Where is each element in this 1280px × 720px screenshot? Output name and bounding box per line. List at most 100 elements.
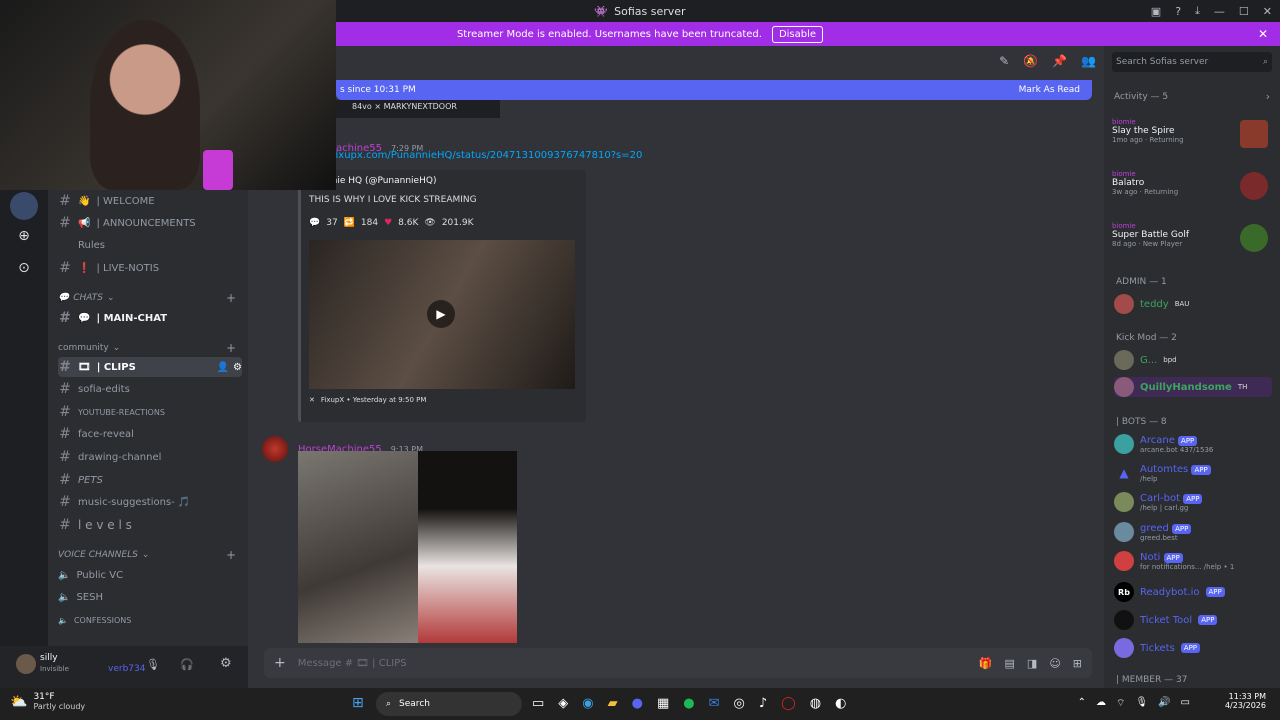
notification-icon[interactable]: 🔕 <box>1023 54 1038 68</box>
add-channel-icon[interactable]: + <box>226 341 236 355</box>
activity-header[interactable]: Activity — 5 <box>1114 92 1168 102</box>
close-button[interactable]: ✕ <box>1263 5 1272 18</box>
bot-tickets[interactable]: Tickets APP <box>1114 638 1201 658</box>
category-voice[interactable]: VOICE CHANNELS ⌄ <box>58 550 149 560</box>
chevron-right-icon[interactable]: › <box>1266 90 1270 103</box>
taskbar-search[interactable]: ⌕ Search <box>376 692 522 716</box>
settings-gear-icon[interactable]: ⚙ <box>220 656 232 671</box>
add-server-icon[interactable]: ⊕ <box>10 222 38 250</box>
bot-carl[interactable]: Carl-bot APP/help | carl.gg <box>1114 492 1203 512</box>
channel-announcements[interactable]: # 📢 | ANNOUNCEMENTS <box>58 213 242 233</box>
explorer-icon[interactable]: ▰ <box>608 696 618 711</box>
voice-public-vc[interactable]: 🔈 Public VC <box>58 565 242 585</box>
disable-button[interactable]: Disable <box>771 25 824 43</box>
activity-card[interactable]: biomie Balatro 3w ago · Returning <box>1112 170 1276 214</box>
voice-confessions[interactable]: 🔈 CONFESSIONS <box>58 610 242 630</box>
new-messages-bar[interactable]: s since 10:31 PM Mark As Read <box>336 80 1092 100</box>
add-channel-icon[interactable]: + <box>226 548 236 562</box>
banner-close-icon[interactable]: ✕ <box>1258 27 1268 41</box>
store-icon[interactable]: ▦ <box>657 696 669 711</box>
gift-icon[interactable]: 🎁 <box>979 657 993 670</box>
pin-icon[interactable]: 📌 <box>1052 54 1067 68</box>
mic-icon[interactable]: 🎙 <box>146 658 160 671</box>
embed-video-thumbnail[interactable]: ▶ <box>309 240 575 389</box>
channel-clips[interactable]: # 🎞 | CLIPS 👤 ⚙ <box>58 357 242 377</box>
emoji-icon[interactable]: ☺ <box>1049 657 1060 670</box>
message-composer[interactable]: + Message # 🎞 | CLIPS 🎁 ▤ ◨ ☺ ⊞ <box>264 648 1092 678</box>
gear-icon[interactable]: ⚙ <box>233 362 242 373</box>
channel-pets[interactable]: # PETS <box>58 470 242 490</box>
volume-icon[interactable]: 🔊 <box>1158 697 1170 710</box>
mail-icon[interactable]: ✉ <box>709 696 720 711</box>
add-member-icon[interactable]: 👤 <box>217 362 229 373</box>
obs-icon[interactable]: ◎ <box>734 696 745 711</box>
attachment-image-right[interactable] <box>418 451 517 643</box>
sticker-icon[interactable]: ◨ <box>1027 657 1037 670</box>
inbox-icon[interactable]: ▣ <box>1151 5 1161 18</box>
discord-app-icon[interactable]: ● <box>632 696 643 711</box>
category-chats[interactable]: 💬 CHATS ⌄ <box>58 293 115 303</box>
category-community[interactable]: community ⌄ <box>58 343 120 353</box>
edge-icon[interactable]: ◉ <box>582 696 593 711</box>
threads-icon[interactable]: ✎ <box>999 54 1009 68</box>
bot-noti[interactable]: Noti APP for notifications... /help • 1 <box>1114 551 1234 571</box>
channel-youtube-reactions[interactable]: # YOUTUBE-REACTIONS <box>58 402 242 422</box>
bot-ticket-tool[interactable]: Ticket Tool APP <box>1114 610 1218 630</box>
server-avatar[interactable] <box>10 192 38 220</box>
add-attachment-icon[interactable]: + <box>274 655 286 671</box>
browser-icon[interactable]: ◍ <box>810 696 821 711</box>
bot-readybot[interactable]: Rb Readybot.io APP <box>1114 582 1225 602</box>
message-link[interactable]: fixupx.com/PunannieHQ/status/20471310093… <box>332 150 642 161</box>
opera-icon[interactable]: ◯ <box>781 696 796 711</box>
bot-automtes[interactable]: ▲ Automtes APP/help <box>1114 463 1211 483</box>
gif-icon[interactable]: ▤ <box>1005 657 1015 670</box>
channel-rules[interactable]: Rules <box>58 235 242 255</box>
headphones-icon[interactable]: 🎧 <box>180 658 194 671</box>
minimize-button[interactable]: — <box>1214 5 1225 18</box>
mark-as-read-button[interactable]: Mark As Read <box>1019 85 1080 95</box>
search-input[interactable]: Search Sofias server ⌕ <box>1112 52 1272 72</box>
chevron-up-icon[interactable]: ⌃ <box>1078 697 1086 710</box>
play-icon[interactable]: ▶ <box>427 300 455 328</box>
battery-icon[interactable]: ▭ <box>1181 697 1190 710</box>
weather-widget[interactable]: ⛅ 31°F Partly cloudy <box>10 692 85 711</box>
channel-welcome[interactable]: # 👋 | WELCOME <box>58 191 242 211</box>
spotify-icon[interactable]: ● <box>683 696 694 711</box>
channel-live-notis[interactable]: # ❗ | LIVE-NOTIS <box>58 258 242 278</box>
attachment-image-left[interactable] <box>298 451 418 643</box>
channel-face-reveal[interactable]: # face-reveal <box>58 424 242 444</box>
member-teddy[interactable]: teddy BAU <box>1114 294 1189 314</box>
channel-drawing[interactable]: # drawing-channel <box>58 447 242 467</box>
member-quillyhandsome[interactable]: QuillyHandsome TH <box>1114 377 1272 397</box>
clock[interactable]: 11:33 PM 4/23/2026 <box>1225 692 1266 710</box>
author-avatar[interactable] <box>262 436 288 462</box>
activity-card[interactable]: biomie Super Battle Golf 8d ago · New Pl… <box>1112 222 1276 266</box>
bot-greed[interactable]: greed APP greed.best <box>1114 522 1192 542</box>
copilot-icon[interactable]: ◈ <box>558 696 568 711</box>
user-avatar[interactable] <box>16 654 36 674</box>
maximize-button[interactable]: ☐ <box>1239 5 1249 18</box>
channel-levels[interactable]: # l e v e l s <box>58 515 242 535</box>
members-icon[interactable]: 👥 <box>1081 54 1096 68</box>
channel-sofia-edits[interactable]: # sofia-edits <box>58 379 242 399</box>
taskview-icon[interactable]: ▭ <box>532 696 544 711</box>
help-icon[interactable]: ? <box>1175 5 1181 18</box>
member-g[interactable]: G... bpd <box>1114 350 1177 370</box>
user-status: Invisible <box>40 665 69 673</box>
mic-tray-icon[interactable]: 🎙 <box>1135 697 1148 710</box>
channel-main-chat[interactable]: # 💬 | MAIN-CHAT <box>58 308 242 328</box>
activity-card[interactable]: biomie Slay the Spire 1mo ago · Returnin… <box>1112 118 1276 162</box>
message-input[interactable]: Message # 🎞 | CLIPS <box>298 658 407 669</box>
discover-icon[interactable]: ⊙ <box>10 254 38 282</box>
cloud-icon[interactable]: ☁ <box>1096 697 1106 710</box>
steam-icon[interactable]: ◐ <box>835 696 846 711</box>
wifi-icon[interactable]: ⌔ <box>1116 697 1125 710</box>
download-icon[interactable]: ⤓ <box>1195 4 1200 18</box>
channel-music-suggestions[interactable]: # music-suggestions- 🎵 <box>58 492 242 512</box>
tiktok-icon[interactable]: ♪ <box>759 696 767 711</box>
apps-icon[interactable]: ⊞ <box>1073 657 1082 670</box>
voice-sesh[interactable]: 🔈 SESH <box>58 587 242 607</box>
add-channel-icon[interactable]: + <box>226 291 236 305</box>
start-icon[interactable]: ⊞ <box>352 695 364 711</box>
bot-arcane[interactable]: Arcane APP arcane.bot 437/1536 <box>1114 434 1213 454</box>
